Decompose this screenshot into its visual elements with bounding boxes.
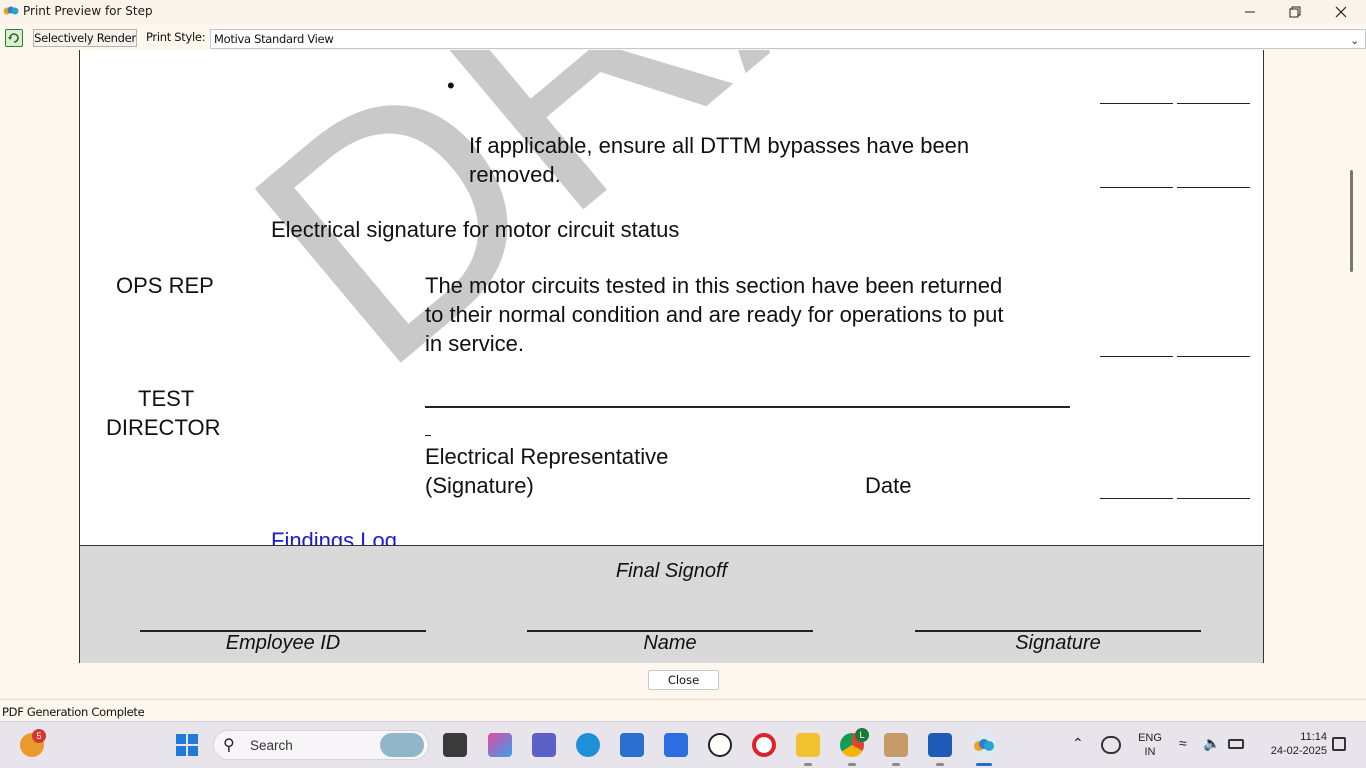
- running-indicator: [848, 763, 856, 766]
- initial-line: [1177, 103, 1250, 104]
- restore-icon: [1289, 6, 1301, 18]
- signature-tick: [425, 435, 431, 436]
- close-button[interactable]: Close: [648, 670, 719, 690]
- section-heading: Electrical signature for motor circuit s…: [271, 217, 680, 242]
- word-icon[interactable]: [928, 733, 952, 757]
- status-bar: PDF Generation Complete: [0, 699, 1366, 721]
- contacts-icon[interactable]: [884, 733, 908, 757]
- ops-rep-label: OPS REP: [116, 273, 214, 298]
- initial-line: [1177, 187, 1250, 188]
- taskbar-search[interactable]: ⚲ Search: [213, 730, 429, 760]
- employee-id-label: Employee ID: [225, 632, 341, 654]
- initial-line: [1100, 187, 1173, 188]
- app-logo-icon: [3, 6, 19, 15]
- search-highlight-icon: [380, 733, 424, 757]
- initial-line: [1177, 498, 1250, 499]
- initial-line: [1100, 498, 1173, 499]
- scrollbar-thumb[interactable]: [1350, 170, 1353, 272]
- minimize-button[interactable]: [1227, 0, 1273, 24]
- power-automate-icon[interactable]: [664, 733, 688, 757]
- language-line-2: IN: [1144, 746, 1156, 758]
- status-text: PDF Generation Complete: [2, 705, 145, 719]
- test-director-line-1: TEST: [138, 386, 195, 411]
- initial-line: [1100, 356, 1173, 357]
- document-page: DRAFT • If applicable, ensure all DTTM b…: [79, 50, 1264, 545]
- name-label: Name: [643, 632, 697, 654]
- electrical-rep-label: Electrical Representative: [425, 444, 669, 469]
- bullet-text-line-1: If applicable, ensure all DTTM bypasses …: [469, 133, 970, 158]
- signature-line: [425, 406, 1070, 408]
- running-indicator: [892, 763, 900, 766]
- running-indicator: [936, 763, 944, 766]
- clock[interactable]: 11:14 24-02-2025: [1257, 730, 1327, 758]
- ops-text-line-3: in service.: [425, 331, 525, 356]
- test-director-line-2: DIRECTOR: [106, 415, 221, 440]
- sync-icon[interactable]: [1101, 736, 1121, 754]
- clock-date: 24-02-2025: [1270, 745, 1327, 757]
- signature-label: (Signature): [425, 473, 534, 498]
- initial-line: [1177, 356, 1250, 357]
- store-icon[interactable]: [620, 733, 644, 757]
- refresh-icon[interactable]: [5, 29, 23, 47]
- bullet-text-line-2: removed.: [469, 162, 561, 187]
- signature-label: Signature: [1015, 632, 1101, 654]
- findings-log-link[interactable]: Findings Log: [271, 526, 397, 545]
- selectively-render-button[interactable]: Selectively Render: [33, 29, 137, 47]
- title-bar: Print Preview for Step: [0, 0, 1366, 24]
- active-indicator: [976, 763, 992, 766]
- minimize-icon: [1245, 11, 1255, 13]
- chevron-down-icon: ⌄: [1350, 34, 1359, 47]
- notifications-icon[interactable]: [1332, 737, 1346, 751]
- ops-text-line-1: The motor circuits tested in this sectio…: [425, 273, 1003, 298]
- opera-icon[interactable]: [752, 733, 776, 757]
- close-icon: [1335, 6, 1347, 18]
- search-placeholder: Search: [250, 738, 293, 753]
- ops-text-line-2: to their normal condition and are ready …: [425, 302, 1004, 327]
- language-line-1: ENG: [1138, 732, 1162, 744]
- date-label: Date: [865, 473, 912, 498]
- dell-icon[interactable]: [708, 733, 732, 757]
- copilot-icon[interactable]: [488, 733, 512, 757]
- file-explorer-icon[interactable]: [796, 733, 820, 757]
- search-icon: ⚲: [223, 737, 235, 754]
- taskbar: 5 ⚲ Search L ⌃ ENG IN ≈ 🔈 11:14 24-02-20…: [0, 721, 1366, 768]
- window-title: Print Preview for Step: [23, 4, 153, 18]
- bullet-marker: •: [447, 73, 455, 98]
- print-style-select[interactable]: Motiva Standard View ⌄: [210, 29, 1366, 49]
- chevron-up-icon[interactable]: ⌃: [1072, 736, 1084, 750]
- notification-badge: 5: [32, 729, 46, 743]
- close-window-button[interactable]: [1318, 0, 1364, 24]
- profile-badge: L: [855, 728, 869, 742]
- battery-icon[interactable]: [1228, 739, 1244, 749]
- restore-button[interactable]: [1272, 0, 1318, 24]
- start-icon[interactable]: [175, 733, 199, 757]
- print-style-value: Motiva Standard View: [214, 32, 334, 46]
- volume-icon[interactable]: 🔈: [1203, 736, 1220, 750]
- final-signoff-title: Final Signoff: [615, 560, 728, 582]
- vertical-scrollbar[interactable]: [1344, 50, 1366, 663]
- toolbar: Selectively Render Print Style: Motiva S…: [0, 26, 1366, 50]
- wifi-icon[interactable]: ≈: [1179, 736, 1187, 750]
- initial-line: [1100, 103, 1173, 104]
- task-view-icon[interactable]: [443, 733, 467, 757]
- final-signoff-panel: Final Signoff Employee ID Name Signature: [79, 545, 1264, 663]
- edge-icon[interactable]: [576, 733, 600, 757]
- clock-time: 11:14: [1300, 731, 1327, 743]
- teams-icon[interactable]: [532, 733, 556, 757]
- running-indicator: [804, 763, 812, 766]
- app-icon[interactable]: [972, 733, 996, 757]
- print-style-label: Print Style:: [146, 30, 206, 44]
- language-indicator[interactable]: ENG IN: [1134, 731, 1166, 759]
